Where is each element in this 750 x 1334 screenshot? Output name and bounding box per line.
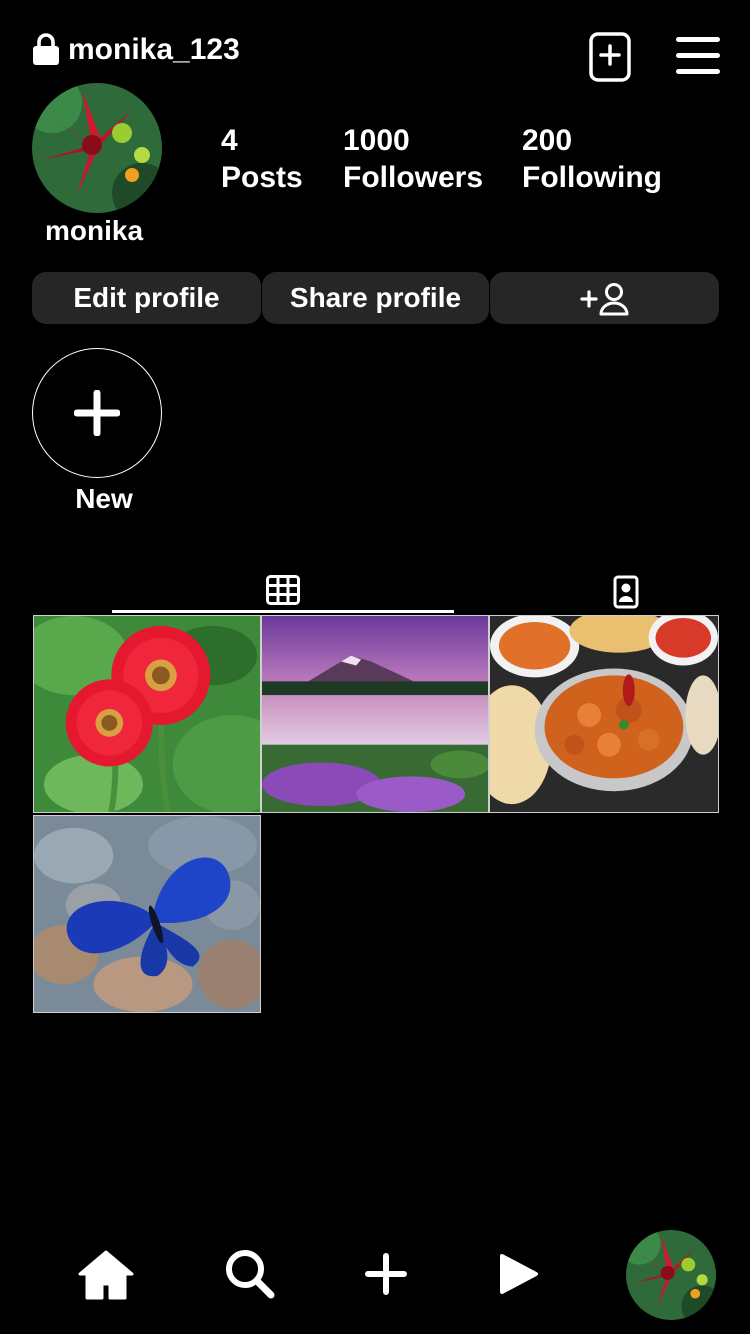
nav-create[interactable] — [356, 1244, 416, 1304]
mountain-lake-sunset-photo — [262, 616, 488, 812]
tab-posts-grid[interactable] — [112, 570, 454, 614]
search-icon — [226, 1250, 275, 1299]
post-thumbnail[interactable] — [489, 615, 719, 813]
active-tab-indicator — [112, 610, 454, 613]
add-person-icon — [580, 283, 629, 316]
menu-button[interactable] — [676, 36, 720, 76]
red-gerbera-flowers-photo — [34, 616, 260, 812]
stat-following-count: 200 — [522, 124, 573, 157]
tagged-person-icon — [613, 575, 639, 609]
home-icon — [78, 1250, 134, 1300]
post-thumbnail[interactable] — [261, 615, 489, 813]
lock-icon — [33, 33, 59, 65]
display-name: monika — [44, 215, 144, 246]
username[interactable]: monika_123 — [68, 30, 240, 70]
nav-reels[interactable] — [488, 1244, 548, 1304]
nav-home[interactable] — [76, 1244, 136, 1304]
stat-following-label: Following — [522, 161, 662, 194]
tab-tagged[interactable] — [584, 570, 668, 614]
nav-search[interactable] — [220, 1244, 280, 1304]
new-highlight-button[interactable] — [32, 348, 162, 478]
red-lily-photo — [32, 83, 162, 213]
stat-posts-count: 4 — [221, 124, 238, 157]
new-post-button[interactable] — [588, 31, 632, 83]
plus-icon — [365, 1253, 407, 1295]
hamburger-menu-icon — [676, 37, 720, 74]
stat-posts-label: Posts — [221, 161, 303, 194]
avatar — [626, 1230, 716, 1320]
stat-following[interactable]: 200 Following — [522, 122, 662, 196]
curry-dishes-photo — [490, 616, 718, 812]
stat-followers-count: 1000 — [343, 124, 410, 157]
stat-followers-label: Followers — [343, 161, 484, 194]
plus-square-icon — [589, 32, 631, 82]
blue-butterfly-on-rocks-photo — [34, 816, 260, 1012]
edit-profile-button[interactable]: Edit profile — [32, 272, 261, 324]
nav-profile-avatar[interactable] — [626, 1230, 716, 1320]
post-thumbnail[interactable] — [33, 615, 261, 813]
profile-avatar[interactable] — [32, 83, 162, 213]
plus-icon — [74, 390, 120, 436]
post-thumbnail[interactable] — [33, 815, 261, 1013]
add-person-button[interactable] — [490, 272, 719, 324]
share-profile-button[interactable]: Share profile — [262, 272, 489, 324]
play-icon — [500, 1254, 538, 1294]
stat-posts[interactable]: 4 Posts — [221, 122, 303, 196]
new-highlight-label: New — [75, 483, 133, 514]
grid-icon — [266, 575, 300, 605]
stat-followers[interactable]: 1000 Followers — [343, 122, 483, 196]
